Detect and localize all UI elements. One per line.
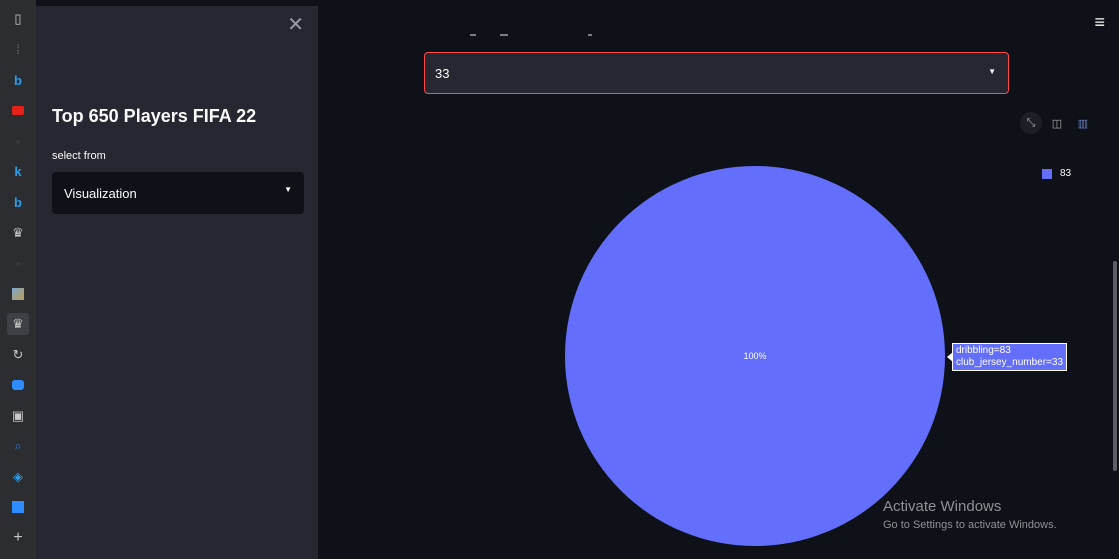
crown-icon[interactable]: ♛	[7, 222, 29, 244]
bing-icon[interactable]: b	[7, 191, 29, 213]
photo-icon[interactable]	[7, 496, 29, 518]
image-icon[interactable]	[7, 283, 29, 305]
watermark-subtitle: Go to Settings to activate Windows.	[883, 519, 1057, 531]
dot-icon[interactable]: ▪	[7, 130, 29, 152]
refresh-icon[interactable]: ↻	[7, 344, 29, 366]
youtube-icon[interactable]	[7, 100, 29, 122]
tooltip-line-x: dribbling=83	[956, 345, 1011, 356]
activate-windows-watermark: Activate Windows Go to Settings to activ…	[883, 498, 1057, 531]
search-icon[interactable]: ⌕	[7, 435, 29, 457]
main-content: ≡ 33 ▼ ⤡ ◫ ▥ 83 100% dribbling=83 club_j…	[318, 6, 1119, 559]
visualization-select-value: Visualization	[64, 186, 137, 201]
page-scrollbar[interactable]	[1113, 261, 1117, 471]
select-label: select from	[52, 150, 106, 162]
app-sidebar: ✕ Top 650 Players FIFA 22 select from Vi…	[36, 6, 318, 559]
bing-icon[interactable]: b	[7, 69, 29, 91]
calendar-icon[interactable]: ▣	[7, 405, 29, 427]
zoom-icon[interactable]	[7, 374, 29, 396]
sidebar-title: Top 650 Players FIFA 22	[52, 106, 257, 126]
visualization-select[interactable]: Visualization ▼	[52, 172, 304, 214]
pie-chart: 100%	[565, 166, 945, 546]
crown-icon[interactable]: ♛	[7, 313, 29, 335]
cube-icon[interactable]: ◈	[7, 466, 29, 488]
chart-tooltip: dribbling=83 club_jersey_number=33	[946, 343, 1068, 371]
grid-icon[interactable]: ⁞	[7, 39, 29, 61]
k-icon[interactable]: k	[7, 161, 29, 183]
sidebar-toggle-icon[interactable]: ▯	[7, 8, 29, 30]
dot-icon[interactable]: ▪	[7, 252, 29, 274]
watermark-title: Activate Windows	[883, 498, 1002, 515]
chevron-down-icon: ▼	[284, 185, 292, 194]
browser-side-panel: ▯ ⁞ b ▪ k b ♛ ▪ ♛ ↻ ▣ ⌕ ◈ +	[0, 0, 36, 559]
plus-icon[interactable]: +	[7, 527, 29, 549]
close-sidebar-button[interactable]: ✕	[287, 12, 304, 37]
tooltip-line-y: club_jersey_number=33	[956, 357, 1064, 368]
pie-slice-label: 100%	[743, 351, 766, 361]
